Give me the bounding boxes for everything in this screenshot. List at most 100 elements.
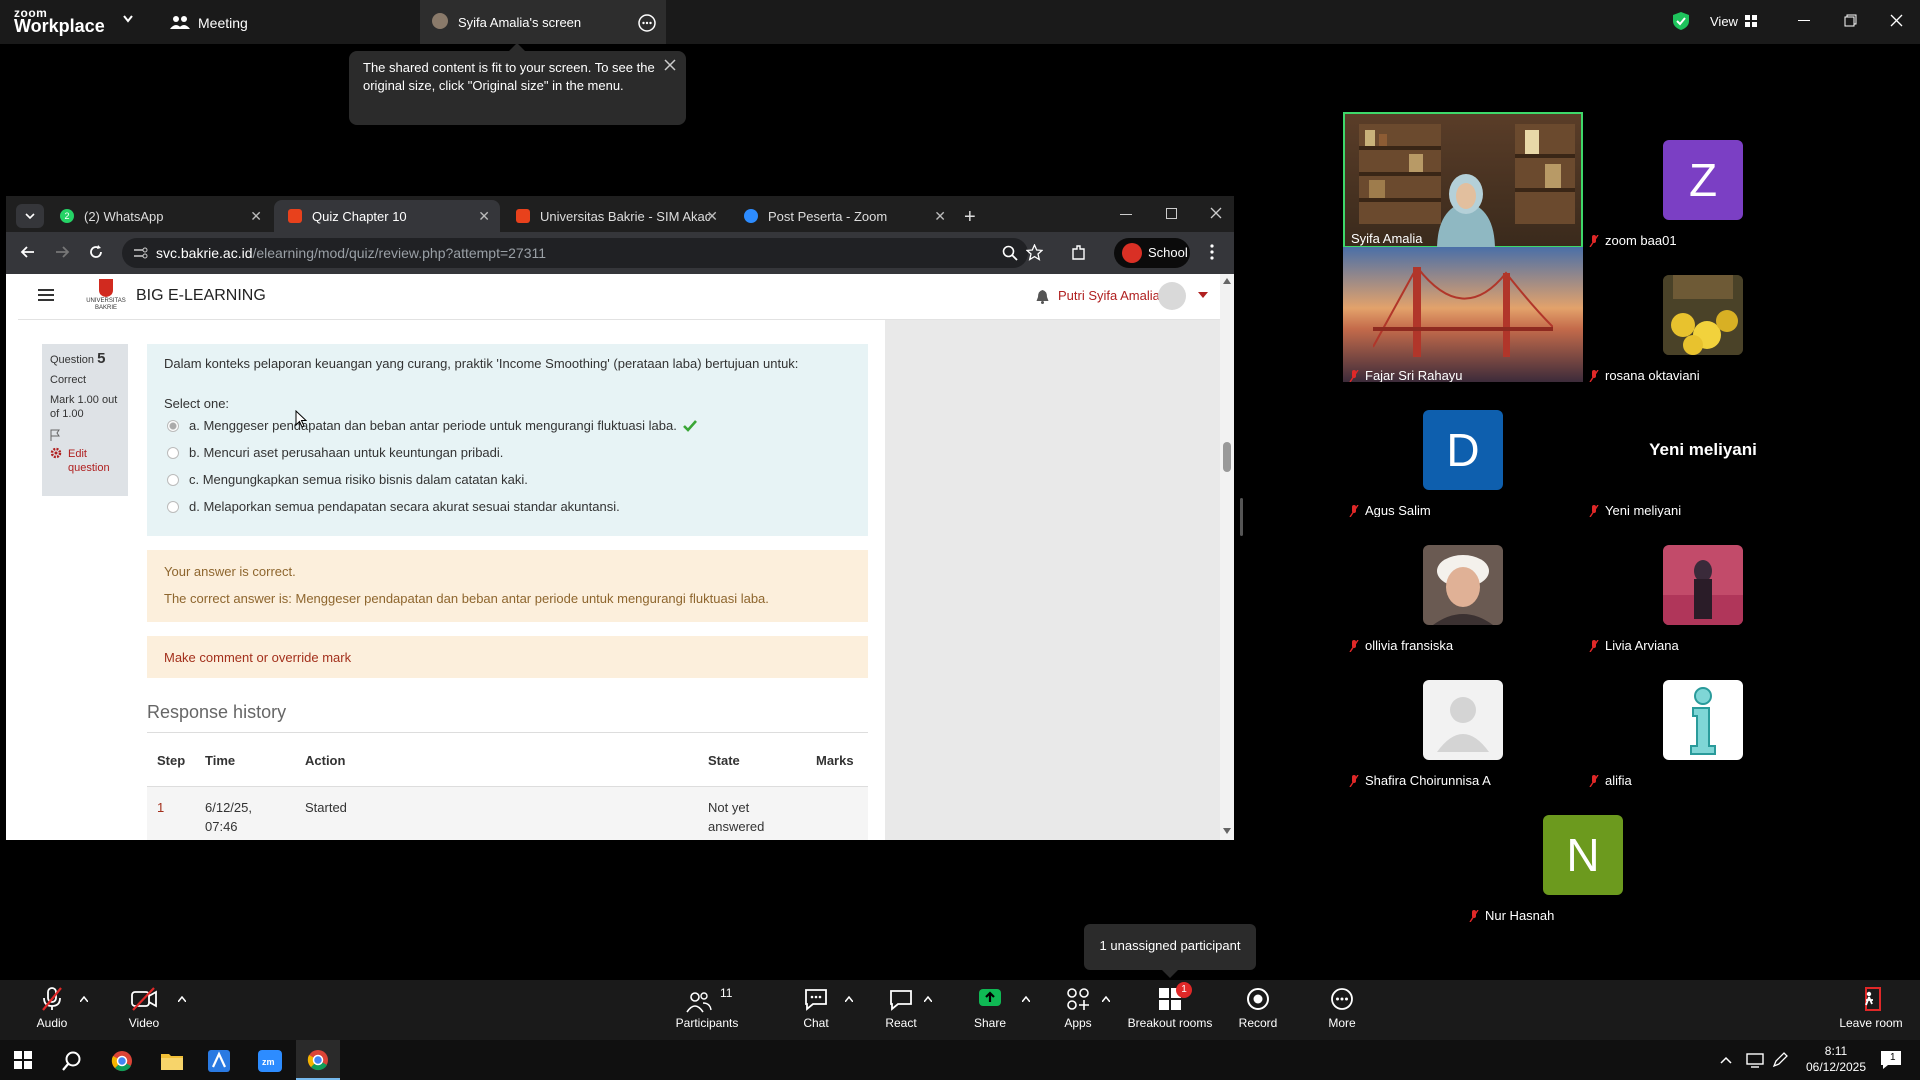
scrollbar-thumb[interactable] (1223, 442, 1231, 472)
chrome-icon[interactable] (111, 1050, 133, 1072)
pen-icon[interactable] (1772, 1052, 1788, 1068)
radio-button[interactable] (167, 473, 179, 486)
windows-start-icon[interactable] (14, 1051, 32, 1069)
site-info-icon[interactable] (134, 247, 148, 259)
audio-options-caret-icon[interactable] (80, 996, 88, 1002)
flag-icon[interactable] (50, 429, 122, 441)
record-button[interactable]: Record (1238, 986, 1278, 1030)
video-options-caret-icon[interactable] (178, 996, 186, 1002)
tab-post-peserta-zoom[interactable]: Post Peserta - Zoom ✕ (730, 200, 956, 232)
radio-button[interactable] (167, 446, 179, 459)
bookmark-star-icon[interactable] (1026, 244, 1043, 261)
radio-button[interactable] (167, 419, 179, 432)
chevron-down-icon[interactable] (122, 14, 134, 24)
share-options-caret-icon[interactable] (1022, 996, 1030, 1002)
more-options-icon[interactable] (638, 14, 656, 32)
participant-tile-yeni-meliyani[interactable]: Yeni meliyani Yeni meliyani (1583, 382, 1823, 518)
zoom-magnifier-icon[interactable] (1002, 245, 1018, 261)
tray-chevron-icon[interactable] (1720, 1056, 1732, 1064)
scroll-down-icon[interactable] (1223, 828, 1231, 834)
chrome-taskbar-active[interactable] (296, 1040, 340, 1080)
participant-tile-rosana-oktaviani[interactable]: rosana oktaviani (1583, 247, 1823, 383)
participant-name: Agus Salim (1365, 503, 1431, 518)
edit-question-link[interactable]: Edit question (50, 447, 122, 475)
answer-option-d[interactable]: d. Melaporkan semua pendapatan secara ak… (167, 499, 620, 514)
profile-school-button[interactable]: School (1114, 238, 1190, 268)
app-icon[interactable] (208, 1050, 230, 1072)
participant-tile-fajar-sri-rahayu[interactable]: Fajar Sri Rahayu (1343, 247, 1583, 383)
page-scrollbar[interactable] (1220, 274, 1234, 840)
react-button[interactable]: React (884, 986, 918, 1030)
university-logo[interactable]: UNIVERSITAS BAKRIE (82, 278, 130, 314)
chat-options-caret-icon[interactable] (845, 996, 853, 1002)
participant-tile-alifia[interactable]: alifia (1583, 652, 1823, 788)
back-icon[interactable] (20, 244, 36, 260)
user-avatar[interactable] (1158, 282, 1186, 310)
react-options-caret-icon[interactable] (924, 996, 932, 1002)
participant-tile-agus-salim[interactable]: D Agus Salim (1343, 382, 1583, 518)
minimize-icon[interactable] (1798, 20, 1810, 21)
user-name[interactable]: Putri Syifa Amalia (1058, 288, 1160, 303)
search-icon[interactable] (62, 1051, 82, 1071)
radio-button[interactable] (167, 500, 179, 513)
notification-bell-icon[interactable] (1036, 289, 1049, 304)
meeting-label[interactable]: Meeting (198, 15, 248, 31)
chat-button[interactable]: Chat (800, 986, 832, 1030)
close-tab-icon[interactable]: ✕ (250, 208, 262, 225)
notifications-icon[interactable]: 1 (1880, 1050, 1902, 1070)
zoom-taskbar-icon[interactable]: zm (258, 1050, 282, 1072)
view-button[interactable]: View (1710, 14, 1738, 29)
window-close-icon[interactable] (1210, 207, 1222, 219)
apps-options-caret-icon[interactable] (1102, 996, 1110, 1002)
video-button[interactable]: Video (124, 986, 164, 1030)
network-icon[interactable] (1746, 1052, 1764, 1068)
forward-icon[interactable] (54, 244, 70, 260)
participant-tile-zoom-baa01[interactable]: Z zoom baa01 (1583, 112, 1823, 248)
restore-icon[interactable] (1844, 14, 1857, 27)
tab-whatsapp[interactable]: 2 (2) WhatsApp ✕ (46, 200, 272, 232)
new-tab-icon[interactable]: + (964, 206, 976, 229)
participant-tile-nur-hasnah[interactable]: N Nur Hasnah (1463, 787, 1703, 923)
security-shield-icon[interactable] (1672, 11, 1690, 31)
participant-tile-shafira[interactable]: Shafira Choirunnisa A (1343, 652, 1583, 788)
window-maximize-icon[interactable] (1166, 208, 1177, 219)
tab-quiz-chapter-10[interactable]: Quiz Chapter 10 ✕ (274, 200, 500, 232)
answer-option-a[interactable]: a. Menggeser pendapatan dan beban antar … (167, 418, 697, 433)
tab-search-icon[interactable] (16, 204, 44, 228)
site-title[interactable]: BIG E-LEARNING (136, 287, 266, 305)
clock[interactable]: 8:11 06/12/2025 (1804, 1043, 1868, 1075)
extensions-icon[interactable] (1070, 244, 1087, 261)
browser-menu-icon[interactable] (1210, 244, 1214, 260)
hamburger-menu-icon[interactable] (38, 289, 54, 301)
share-button[interactable]: Share (972, 986, 1008, 1030)
make-comment-link[interactable]: Make comment or override mark (164, 650, 351, 665)
screen-share-tab[interactable]: Syifa Amalia's screen (420, 0, 666, 44)
apps-button[interactable]: Apps (1062, 986, 1094, 1030)
unassigned-participant-notice[interactable]: 1 unassigned participant (1084, 924, 1256, 970)
answer-option-b[interactable]: b. Mencuri aset perusahaan untuk keuntun… (167, 445, 503, 460)
split-view-handle[interactable] (1240, 498, 1243, 536)
participant-tile-ollivia-fransiska[interactable]: ollivia fransiska (1343, 517, 1583, 653)
reload-icon[interactable] (88, 244, 104, 260)
close-tooltip-icon[interactable] (664, 59, 676, 71)
close-icon[interactable] (1890, 14, 1903, 27)
participant-tile-syifa-amalia[interactable]: Syifa Amalia (1343, 112, 1583, 250)
user-menu-caret-icon[interactable] (1198, 292, 1208, 298)
zoom-workplace-logo[interactable]: zoom Workplace (14, 7, 105, 36)
scroll-up-icon[interactable] (1223, 278, 1231, 284)
breakout-rooms-button[interactable]: 1 Breakout rooms (1126, 982, 1214, 1030)
leave-room-button[interactable]: Leave room (1838, 986, 1904, 1030)
address-bar[interactable]: svc.bakrie.ac.id/elearning/mod/quiz/revi… (122, 238, 1028, 268)
close-tab-icon[interactable]: ✕ (934, 208, 946, 225)
tab-sim-akademik[interactable]: Universitas Bakrie - SIM Akade ✕ (502, 200, 728, 232)
close-tab-icon[interactable]: ✕ (478, 208, 490, 225)
more-button[interactable]: More (1326, 986, 1358, 1030)
answer-option-c[interactable]: c. Mengungkapkan semua risiko bisnis dal… (167, 472, 528, 487)
file-explorer-icon[interactable] (161, 1052, 183, 1070)
close-tab-icon[interactable]: ✕ (706, 208, 718, 225)
participant-tile-livia-arviana[interactable]: Livia Arviana (1583, 517, 1823, 653)
window-minimize-icon[interactable] (1120, 214, 1132, 215)
participants-button[interactable]: 11 Participants (674, 986, 740, 1030)
moodle-navbar: UNIVERSITAS BAKRIE BIG E-LEARNING Putri … (18, 274, 1228, 320)
audio-button[interactable]: Audio (32, 986, 72, 1030)
